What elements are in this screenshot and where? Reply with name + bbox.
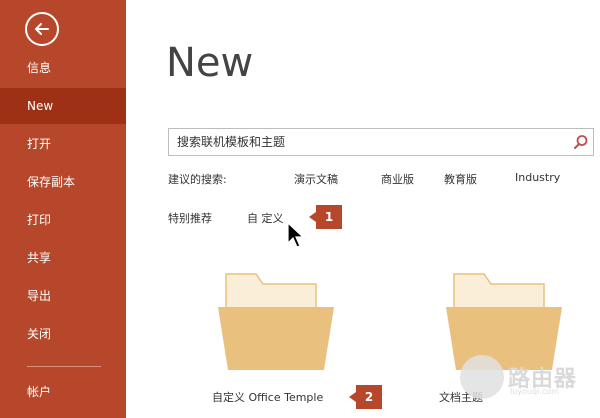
search-input[interactable]: [169, 129, 580, 155]
watermark-url: luyouqi.com: [510, 387, 559, 396]
sidebar: 信息 New 打开 保存副本 打印 共享 导出 关闭 帐户: [0, 0, 126, 418]
watermark: 路由器 luyouqi.com: [460, 355, 580, 403]
suggested-searches-label: 建议的搜索:: [168, 173, 227, 186]
sidebar-item-export[interactable]: 导出: [0, 278, 126, 314]
folder-label: 自定义 Office Temple: [212, 391, 324, 404]
template-folder-custom[interactable]: [216, 262, 336, 372]
sidebar-item-share[interactable]: 共享: [0, 240, 126, 276]
suggested-search-link[interactable]: Industry: [515, 171, 560, 184]
page-title: New: [166, 40, 254, 86]
sidebar-divider: [27, 366, 101, 367]
mouse-pointer-icon: [287, 222, 305, 248]
callout-badge: 1: [309, 205, 342, 229]
sidebar-item-open[interactable]: 打开: [0, 126, 126, 162]
suggested-search-link[interactable]: 商业版: [381, 171, 414, 187]
sidebar-item-print[interactable]: 打印: [0, 202, 126, 238]
back-arrow-icon: [35, 23, 49, 35]
back-button[interactable]: [25, 12, 59, 46]
callout-badge: 2: [349, 385, 382, 409]
suggested-search-link[interactable]: 演示文稿: [294, 171, 338, 187]
sidebar-item-close[interactable]: 关闭: [0, 316, 126, 352]
sidebar-item-new[interactable]: New: [0, 88, 126, 124]
sidebar-item-info[interactable]: 信息: [0, 50, 126, 86]
suggested-search-link[interactable]: 教育版: [444, 171, 477, 187]
search-box: [168, 128, 594, 156]
router-logo-icon: [460, 355, 504, 399]
folder-icon: [218, 273, 334, 370]
tab-custom[interactable]: 自 定义: [247, 210, 284, 226]
sidebar-item-save-copy[interactable]: 保存副本: [0, 164, 126, 200]
tab-featured[interactable]: 特别推荐: [168, 210, 212, 226]
sidebar-item-account[interactable]: 帐户: [0, 374, 126, 410]
search-icon[interactable]: [573, 134, 589, 150]
